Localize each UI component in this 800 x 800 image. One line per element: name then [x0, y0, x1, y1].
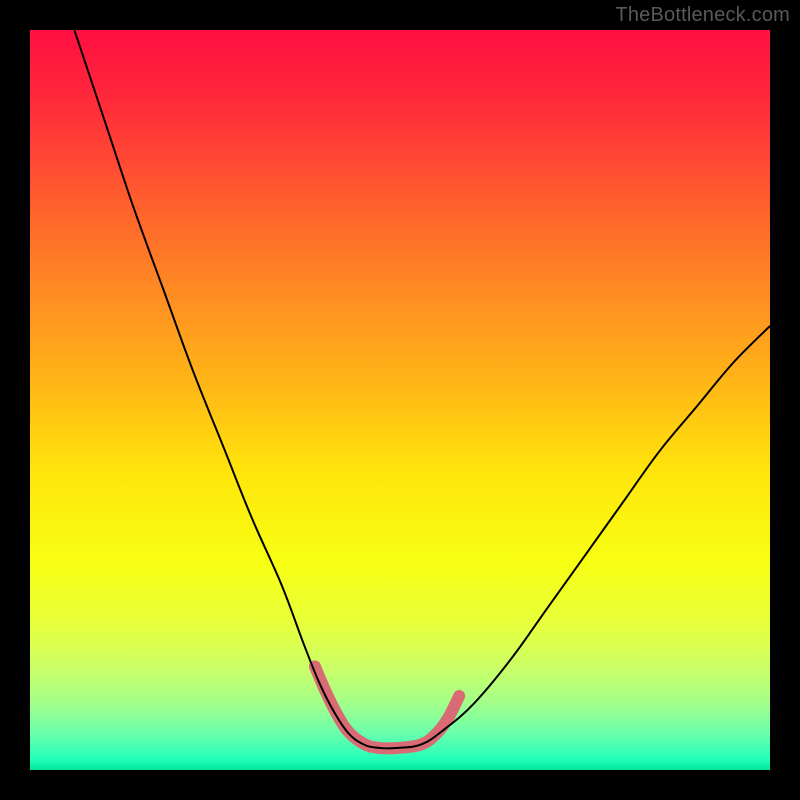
curve-layer [30, 30, 770, 770]
plot-area [30, 30, 770, 770]
curve-line [74, 30, 770, 748]
trough-highlight [315, 666, 459, 748]
watermark-text: TheBottleneck.com [615, 4, 790, 27]
chart-frame: TheBottleneck.com [0, 0, 800, 800]
